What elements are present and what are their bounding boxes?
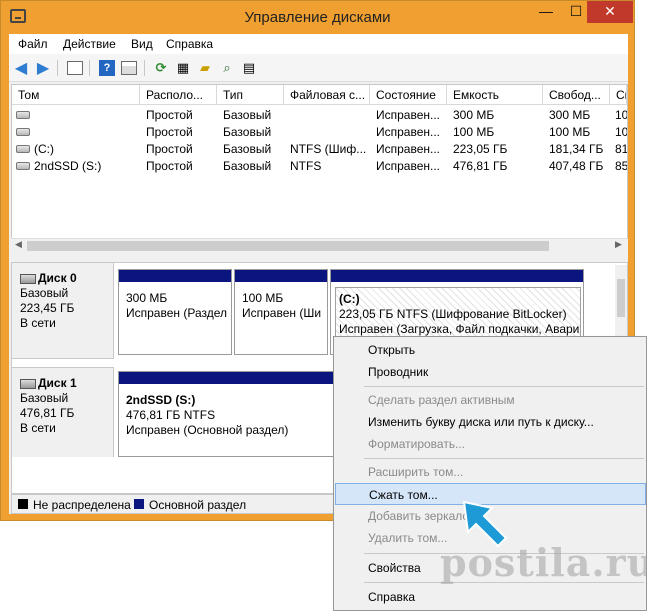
scroll-right-icon[interactable]: ▶ <box>615 239 622 250</box>
properties-icon[interactable] <box>66 59 84 77</box>
primary-swatch <box>134 499 144 509</box>
horizontal-scrollbar[interactable]: ◀ ▶ <box>11 238 628 252</box>
table-row[interactable]: 2ndSSD (S:) Простой Базовый NTFS Исправе… <box>12 158 627 175</box>
column-header-capacity[interactable]: Емкость <box>447 85 543 105</box>
context-menu: Открыть Проводник Сделать раздел активны… <box>333 336 647 611</box>
minimize-button[interactable]: — <box>531 1 561 23</box>
column-header-type[interactable]: Тип <box>217 85 284 105</box>
console-icon[interactable] <box>120 59 138 77</box>
scroll-thumb[interactable] <box>27 241 549 251</box>
ctx-explorer[interactable]: Проводник <box>335 361 646 383</box>
back-arrow-icon[interactable]: ◀ <box>12 59 30 77</box>
column-header-free-pct[interactable]: Сво <box>610 85 627 105</box>
unallocated-swatch <box>18 499 28 509</box>
table-row[interactable]: Простой Базовый Исправен... 300 МБ 300 М… <box>12 107 627 124</box>
legend-unallocated: Не распределена <box>33 498 131 512</box>
disk-1-name: Диск 1 <box>20 376 113 391</box>
refresh-icon[interactable]: ⟳ <box>152 59 170 77</box>
column-header-filesystem[interactable]: Файловая с... <box>284 85 370 105</box>
settings-icon[interactable]: ▤ <box>240 59 258 77</box>
rescan-icon[interactable]: ▦ <box>174 59 192 77</box>
ctx-properties[interactable]: Свойства <box>335 557 646 579</box>
menu-file[interactable]: Файл <box>18 37 48 51</box>
ctx-format[interactable]: Форматировать... <box>335 433 646 455</box>
partition-system-reserved[interactable]: 300 МБ Исправен (Раздел <box>118 269 232 355</box>
volume-list: Том Располо... Тип Файловая с... Состоян… <box>11 84 628 252</box>
search-icon[interactable]: ⌕ <box>218 59 236 77</box>
drive-icon <box>16 128 30 136</box>
ctx-open[interactable]: Открыть <box>335 339 646 361</box>
close-button[interactable]: ✕ <box>587 1 633 23</box>
menu-bar: Файл Действие Вид Справка <box>9 34 628 54</box>
title-bar[interactable]: Управление дисками — ☐ ✕ <box>1 1 634 34</box>
vertical-scroll-thumb[interactable] <box>617 279 625 317</box>
column-header-free[interactable]: Свобод... <box>543 85 610 105</box>
ctx-change-drive-letter[interactable]: Изменить букву диска или путь к диску... <box>335 411 646 433</box>
drive-icon <box>16 162 30 170</box>
partition-efi[interactable]: 100 МБ Исправен (Ши <box>234 269 328 355</box>
drive-icon <box>16 111 30 119</box>
toolbar: ◀ ▶ ? ⟳ ▦ ▰ ⌕ ▤ <box>9 54 628 82</box>
ctx-mark-active[interactable]: Сделать раздел активным <box>335 389 646 411</box>
help-icon[interactable]: ? <box>98 59 116 77</box>
column-header-layout[interactable]: Располо... <box>140 85 217 105</box>
ctx-help[interactable]: Справка <box>335 586 646 608</box>
disk-0-name: Диск 0 <box>20 271 113 286</box>
table-row[interactable]: Простой Базовый Исправен... 100 МБ 100 М… <box>12 124 627 141</box>
ctx-extend-volume[interactable]: Расширить том... <box>335 461 646 483</box>
table-row[interactable]: (C:) Простой Базовый NTFS (Шиф... Исправ… <box>12 141 627 158</box>
drive-icon <box>16 145 30 153</box>
pointer-arrow-icon <box>462 500 508 548</box>
disk-1-label[interactable]: Диск 1 Базовый 476,81 ГБ В сети <box>12 367 114 457</box>
legend-primary: Основной раздел <box>149 498 247 512</box>
menu-action[interactable]: Действие <box>63 37 116 51</box>
menu-view[interactable]: Вид <box>131 37 153 51</box>
disk-0-label[interactable]: Диск 0 Базовый 223,45 ГБ В сети <box>12 263 114 359</box>
scroll-left-icon[interactable]: ◀ <box>15 239 22 250</box>
forward-arrow-icon[interactable]: ▶ <box>34 59 52 77</box>
menu-help[interactable]: Справка <box>166 37 213 51</box>
column-header-status[interactable]: Состояние <box>370 85 447 105</box>
open-icon[interactable]: ▰ <box>196 59 214 77</box>
column-header-volume[interactable]: Том <box>12 85 140 105</box>
